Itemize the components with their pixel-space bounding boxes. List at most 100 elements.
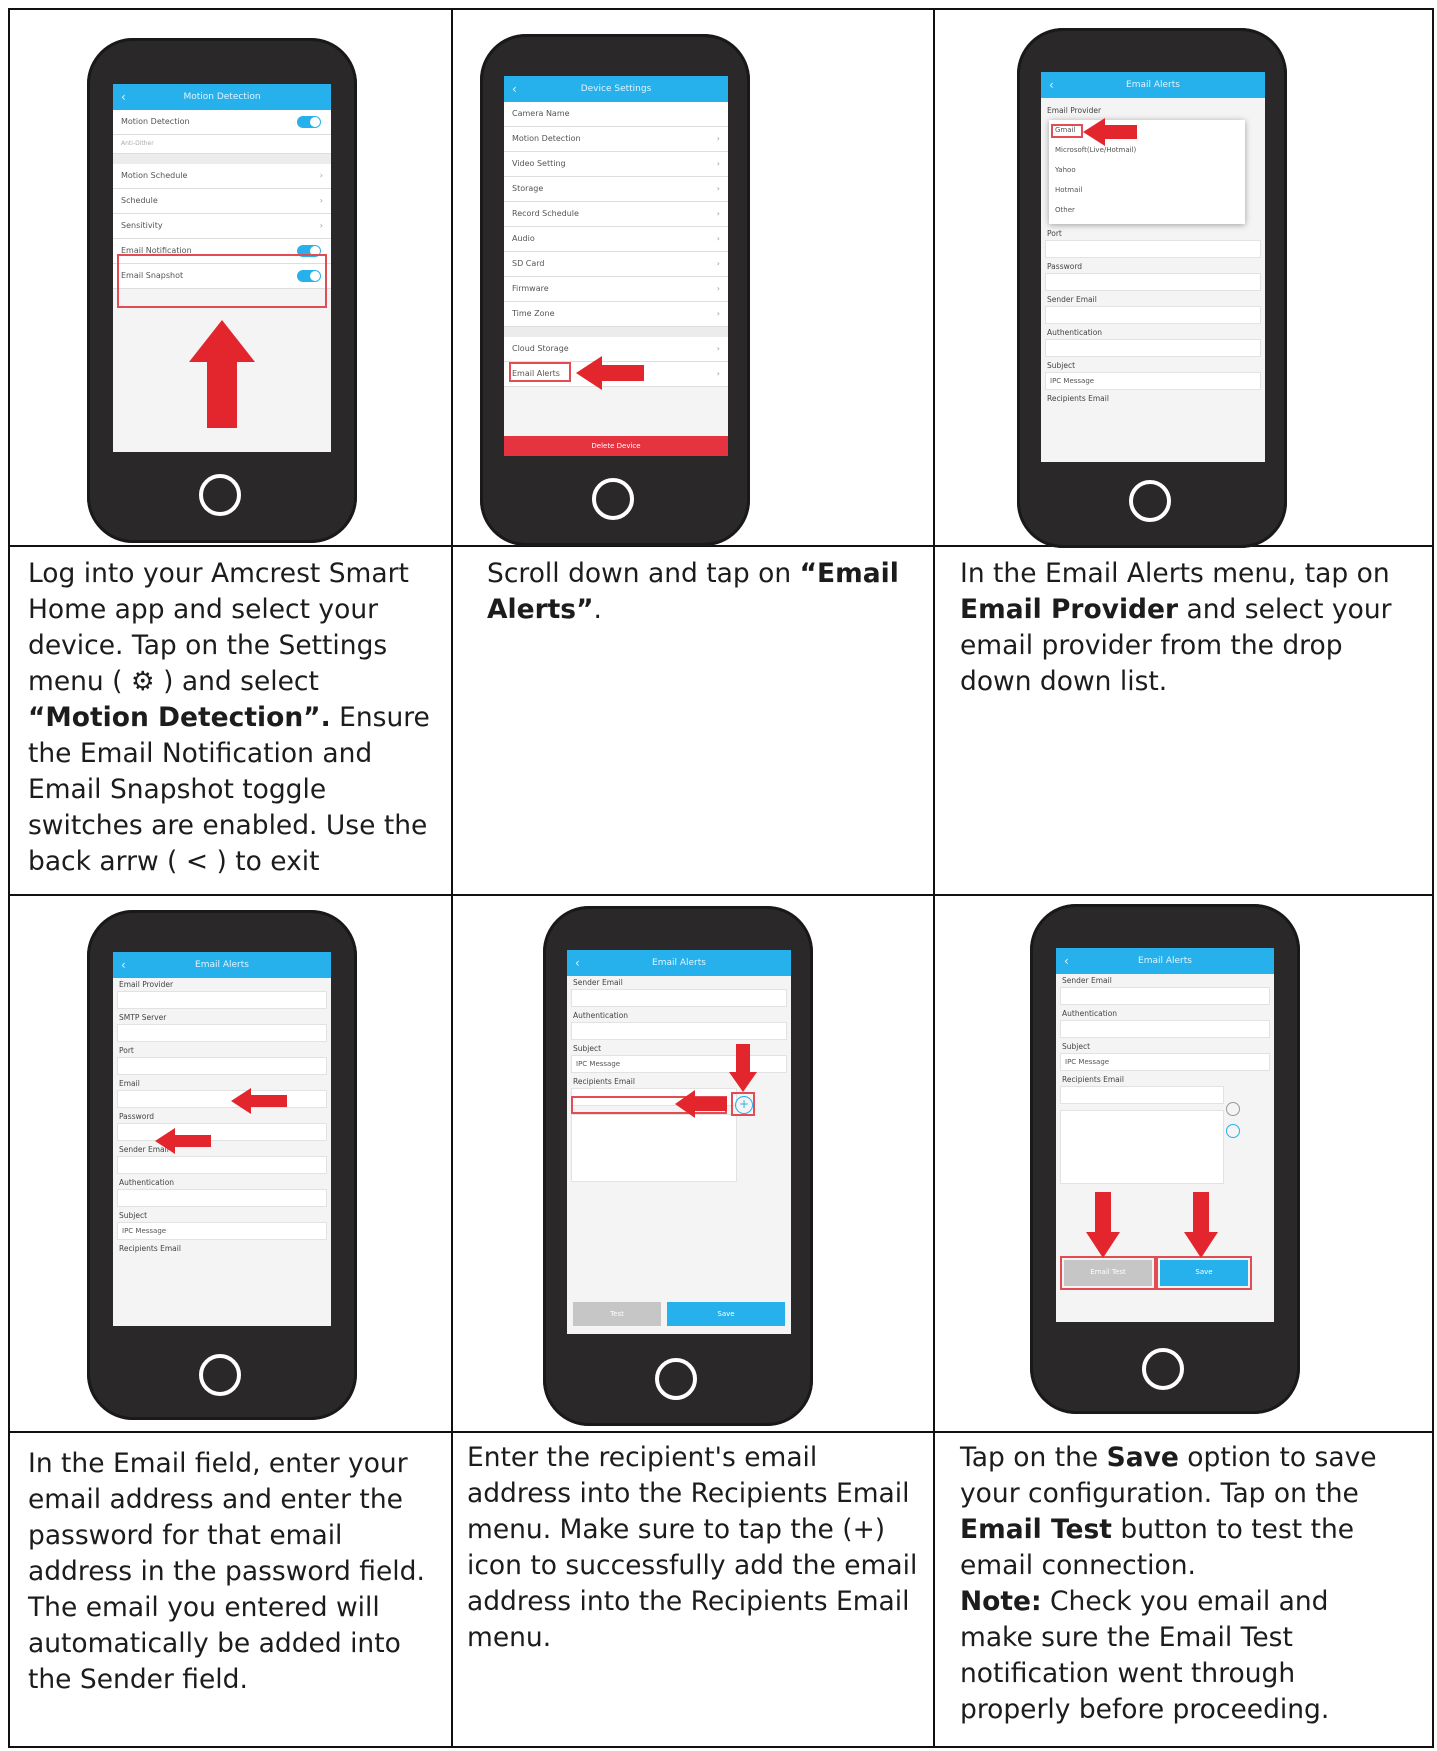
home-button-icon [199,474,241,516]
red-arrow-left-icon [675,1090,727,1118]
field-label: Port [1047,229,1062,238]
step-6-image: ‹ Email Alerts Sender Email Authenticatio… [935,896,1434,1431]
settings-row[interactable]: Motion Schedule › [113,164,331,189]
app-screen: ‹ Email Alerts Sender Email Authenticatio… [1056,948,1274,1322]
step-2-text: Scroll down and tap on “Email Alerts”. [487,558,899,625]
port-input[interactable] [117,1057,327,1075]
save-button[interactable]: Save [1160,1260,1248,1286]
authentication-select[interactable] [117,1189,327,1207]
dropdown-option[interactable]: Yahoo [1049,160,1245,180]
settings-row[interactable]: Schedule › [113,189,331,214]
home-button-icon [655,1358,697,1400]
highlight-box [509,362,571,382]
port-input[interactable] [1045,240,1261,258]
email-provider-select[interactable] [117,991,327,1009]
field-label: Authentication [573,1011,629,1020]
field-label: Email Provider [119,980,174,989]
step-6-text: Tap on the Save option to save your conf… [960,1442,1377,1725]
screen-title: Email Alerts [1138,956,1192,966]
sender-email-input[interactable] [571,989,787,1007]
smtp-server-input[interactable] [117,1024,327,1042]
settings-row[interactable]: Motion Detection › [504,127,728,152]
settings-row[interactable]: Storage › [504,177,728,202]
screen-title: Email Alerts [652,958,706,968]
home-button-icon [592,478,634,520]
dropdown-option[interactable]: Other [1049,200,1245,220]
field-label: Recipients Email [1062,1075,1124,1084]
dropdown-option[interactable]: Hotmail [1049,180,1245,200]
step-5-image: ‹ Email Alerts Sender Email Authenticatio… [453,896,933,1431]
recipients-email-input[interactable] [1060,1086,1224,1104]
save-button[interactable]: Save [667,1302,785,1326]
authentication-select[interactable] [571,1022,787,1040]
sender-email-input[interactable] [1045,306,1261,324]
step-3-text: In the Email Alerts menu, tap on Email P… [960,558,1392,697]
settings-row[interactable]: Video Setting › [504,152,728,177]
field-label: Subject [573,1044,602,1053]
back-icon: ‹ [512,82,517,96]
password-input[interactable] [1045,273,1261,291]
subject-input[interactable]: IPC Message [1045,372,1261,390]
subject-input[interactable]: IPC Message [1060,1053,1270,1071]
field-label: Sender Email [1062,976,1112,985]
dropdown-option[interactable]: Microsoft(Live/Hotmail) [1049,140,1245,160]
app-screen: ‹ Motion Detection Motion Detection Anti-… [113,84,331,452]
phone-mockup: ‹ Email Alerts Sender Email Authenticatio… [1030,904,1300,1414]
screen-title: Email Alerts [1126,80,1180,90]
delete-device-button[interactable]: Delete Device [504,436,728,456]
home-button-icon [199,1354,241,1396]
email-input[interactable] [117,1090,327,1108]
subject-input[interactable]: IPC Message [117,1222,327,1240]
back-icon: ‹ [575,956,580,970]
field-label: Recipients Email [1047,394,1109,403]
field-label: Password [119,1112,155,1121]
settings-row[interactable]: Time Zone › [504,302,728,327]
red-arrow-down-icon [1086,1192,1120,1258]
step-1-image: ‹ Motion Detection Motion Detection Anti-… [10,10,451,545]
screen-title: Device Settings [580,84,652,94]
settings-row[interactable]: Camera Name [504,102,728,127]
sender-email-input[interactable] [1060,987,1270,1005]
screen-title: Motion Detection [183,92,261,102]
settings-row[interactable]: Motion Detection [113,110,331,135]
field-label: Sender Email [1047,295,1097,304]
authentication-select[interactable] [1060,1020,1270,1038]
phone-mockup: ‹ Motion Detection Motion Detection Anti-… [87,38,357,543]
screen-header: ‹ Email Alerts [1041,72,1265,98]
authentication-select[interactable] [1045,339,1261,357]
field-label: Subject [1047,361,1076,370]
settings-row[interactable]: Audio › [504,227,728,252]
phone-mockup: ‹ Email Alerts Email Provider Port Passwo… [1017,28,1287,548]
red-arrow-left-icon [576,356,644,390]
screen-header: ‹ Device Settings [504,76,728,102]
screen-header: ‹ Motion Detection [113,84,331,110]
home-button-icon [1142,1348,1184,1390]
step-2-image: ‹ Device Settings Camera Name Motion Dete… [453,10,933,546]
settings-row[interactable]: Sensitivity › [113,214,331,239]
settings-row[interactable]: Firmware › [504,277,728,302]
add-recipient-icon[interactable] [1226,1102,1240,1116]
recipients-list [1060,1110,1224,1184]
sender-email-input[interactable] [117,1156,327,1174]
red-arrow-up-icon [189,320,255,428]
test-button[interactable]: Test [573,1302,661,1326]
app-screen: ‹ Email Alerts Sender Email Authenticatio… [567,950,791,1334]
highlight-box [731,1092,755,1116]
step-3-image: ‹ Email Alerts Email Provider Port Passwo… [935,10,1434,548]
red-arrow-left-icon [155,1128,211,1154]
email-test-button[interactable]: Email Test [1064,1260,1152,1286]
field-label: Email [119,1079,140,1088]
settings-row[interactable]: SD Card › [504,252,728,277]
app-screen: ‹ Device Settings Camera Name Motion Dete… [504,76,728,456]
row-divider [8,1431,1434,1433]
red-arrow-down-icon [729,1044,757,1092]
toggle-switch[interactable] [297,116,321,128]
highlight-box [1051,124,1083,138]
password-input[interactable] [117,1123,327,1141]
step-4-image: ‹ Email Alerts Email Provider SMTP Server… [10,896,451,1431]
remove-recipient-icon[interactable] [1226,1124,1240,1138]
field-label: Authentication [119,1178,175,1187]
settings-row[interactable]: Record Schedule › [504,202,728,227]
app-screen: ‹ Email Alerts Email Provider Port Passwo… [1041,72,1265,462]
screen-title: Email Alerts [195,960,249,970]
